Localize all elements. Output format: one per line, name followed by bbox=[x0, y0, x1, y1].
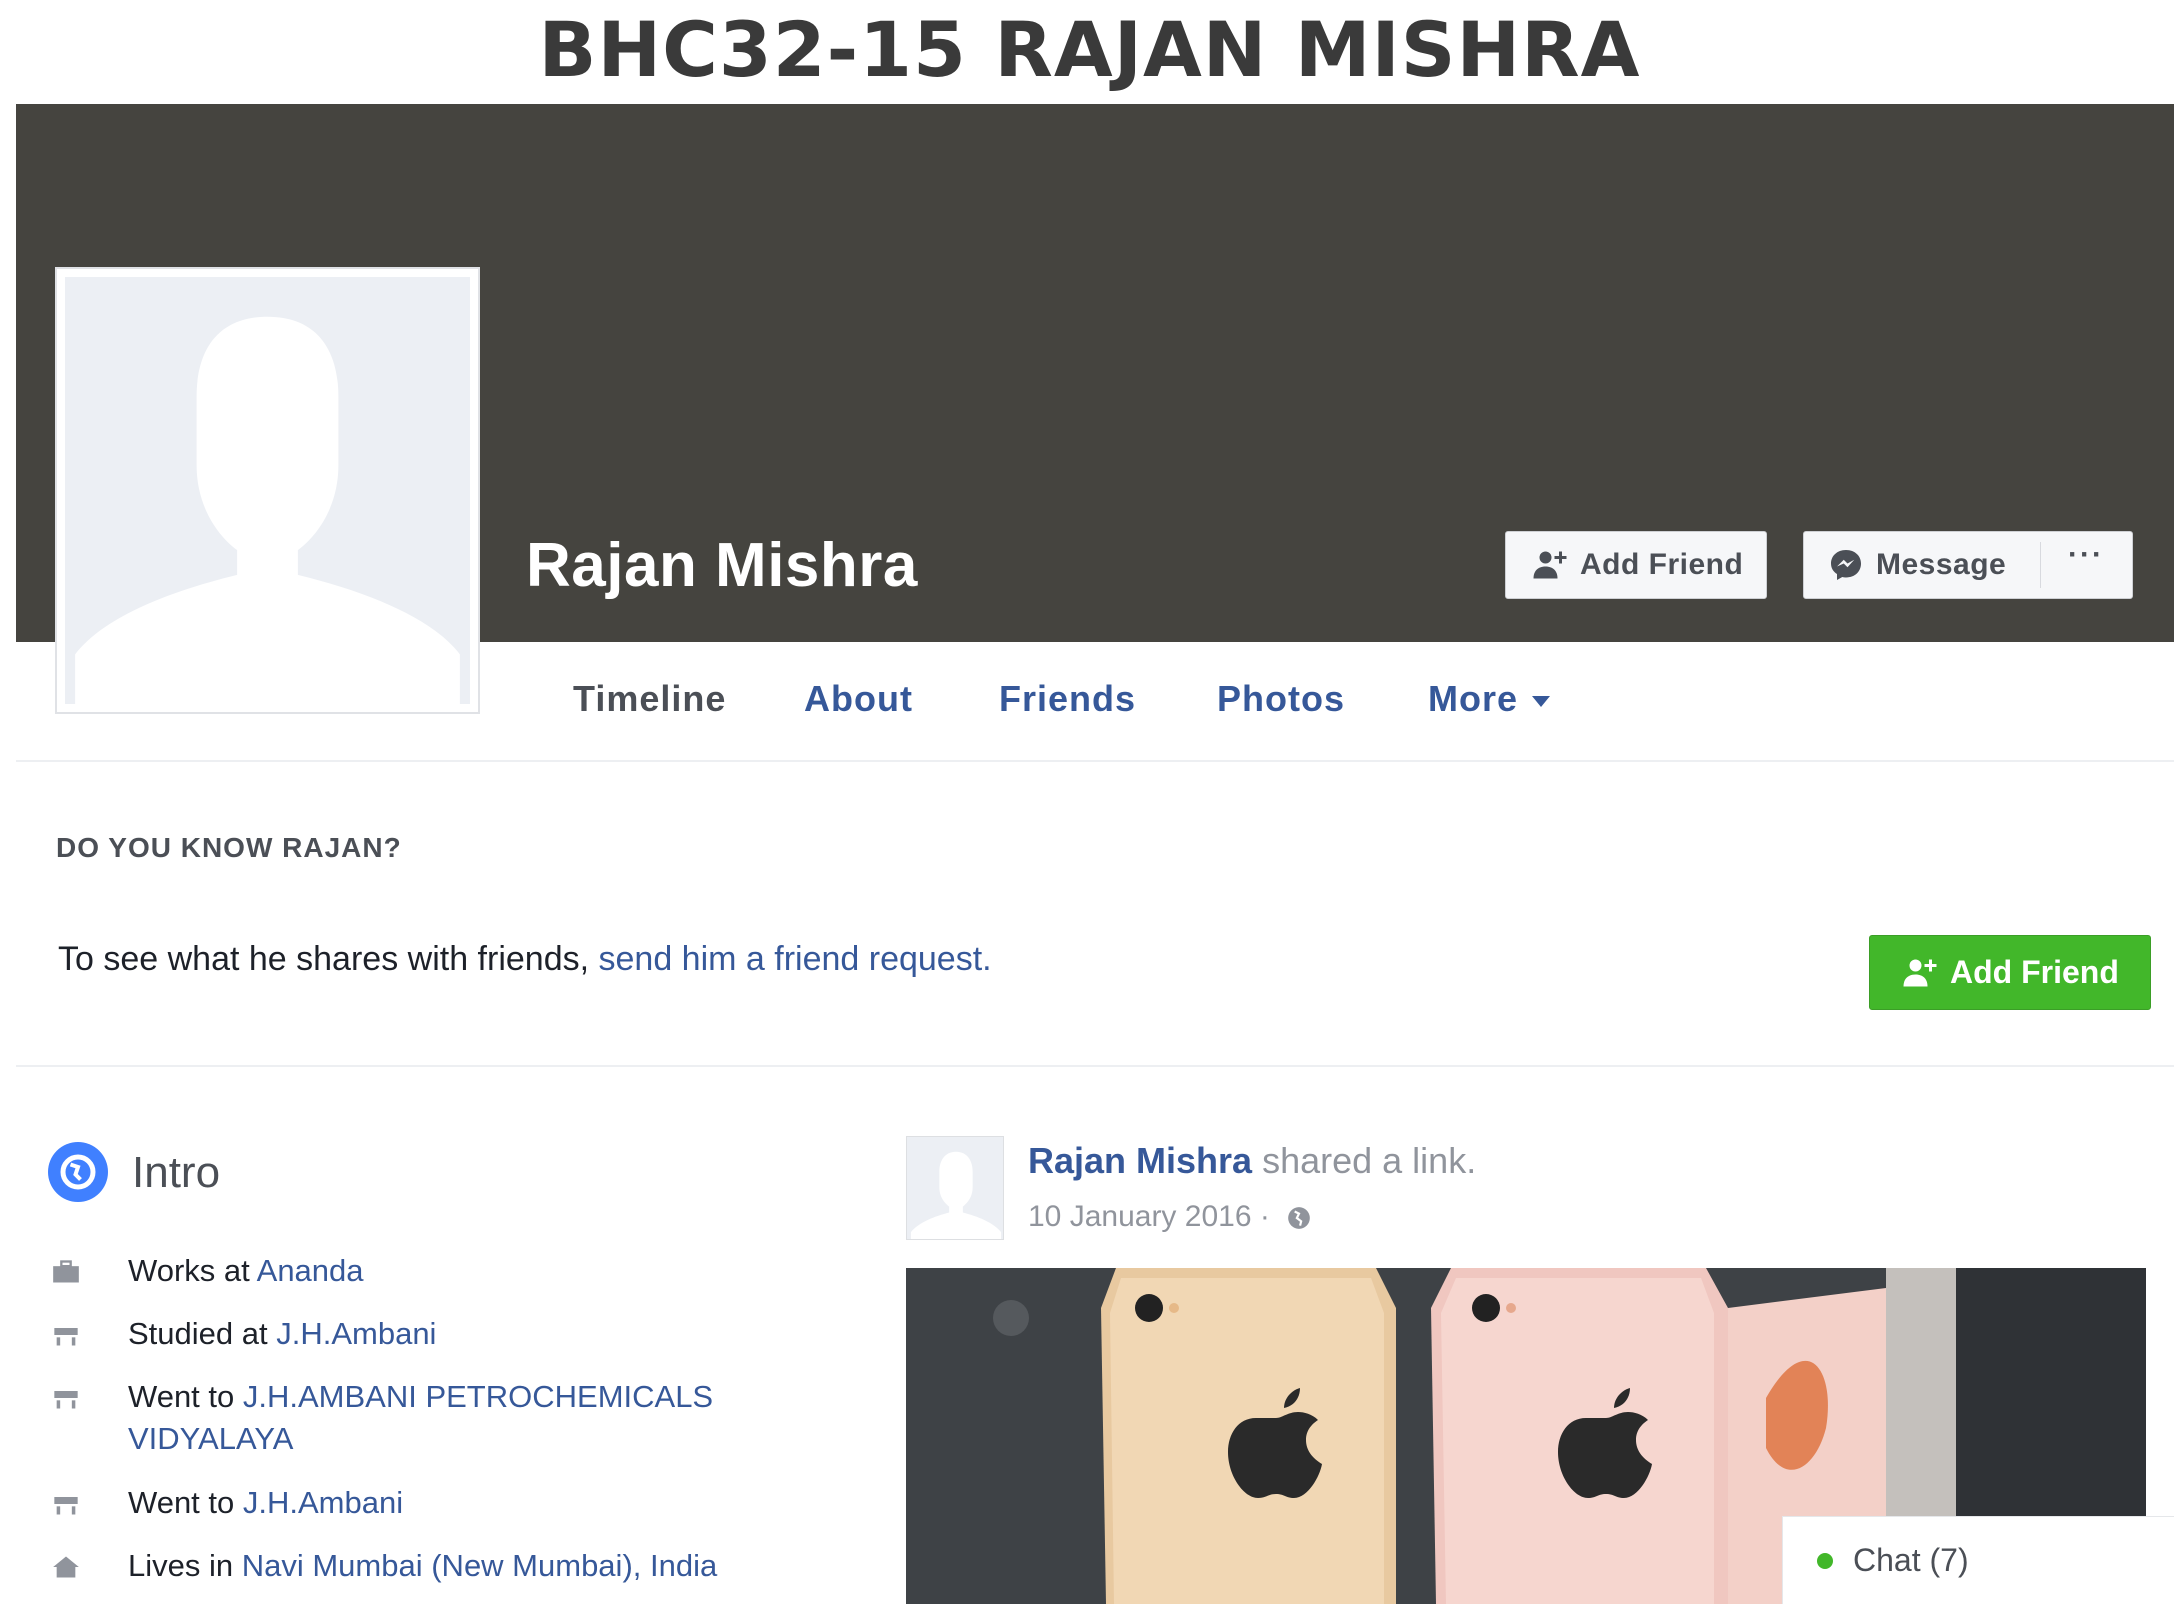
school-icon bbox=[54, 1391, 78, 1409]
button-separator bbox=[2040, 542, 2041, 588]
profile-tabs: Timeline About Friends Photos More bbox=[0, 642, 2179, 757]
friend-request-link[interactable]: send him a friend request. bbox=[599, 940, 992, 978]
know-panel: DO YOU KNOW RAJAN? To see what he shares… bbox=[16, 800, 2174, 1060]
post-author-name[interactable]: Rajan Mishra bbox=[1028, 1140, 1252, 1181]
section-divider bbox=[16, 760, 2174, 762]
briefcase-icon bbox=[53, 1260, 79, 1283]
tab-more-label: More bbox=[1428, 678, 1519, 719]
message-label: Message bbox=[1876, 548, 2007, 581]
messenger-icon bbox=[1831, 550, 1861, 580]
post-action: shared a link. bbox=[1252, 1140, 1477, 1181]
intro-panel: Intro Works at Ananda Studied at J.H.Amb… bbox=[16, 1110, 876, 1604]
intro-prefix: Works at bbox=[128, 1253, 257, 1288]
add-friend-icon bbox=[1903, 959, 1937, 986]
add-friend-green-label: Add Friend bbox=[1950, 954, 2119, 990]
public-globe-icon bbox=[1288, 1207, 1310, 1229]
tab-more[interactable]: More bbox=[1428, 678, 1551, 720]
intro-title: Intro bbox=[132, 1148, 221, 1197]
post-header: Rajan Mishra shared a link. bbox=[1028, 1140, 1476, 1182]
intro-prefix: Went to bbox=[128, 1485, 243, 1520]
know-title: DO YOU KNOW RAJAN? bbox=[56, 832, 402, 863]
document-header: BHC32-15 RAJAN MISHRA bbox=[538, 5, 1641, 94]
intro-link[interactable]: J.H.Ambani bbox=[276, 1316, 436, 1351]
post-author-avatar[interactable] bbox=[906, 1136, 1004, 1240]
home-icon bbox=[53, 1556, 79, 1578]
intro-link[interactable]: Navi Mumbai (New Mumbai), India bbox=[242, 1548, 717, 1583]
more-options-button[interactable]: ··· bbox=[2068, 538, 2104, 572]
caret-down-icon bbox=[1532, 695, 1551, 707]
message-button[interactable]: Message ··· bbox=[1803, 531, 2133, 599]
chat-label: Chat (7) bbox=[1853, 1542, 1969, 1578]
tab-friends[interactable]: Friends bbox=[999, 678, 1136, 720]
profile-name: Rajan Mishra bbox=[526, 531, 918, 600]
add-friend-button[interactable]: Add Friend bbox=[1505, 531, 1767, 599]
intro-link[interactable]: Ananda bbox=[257, 1253, 364, 1288]
know-text: To see what he shares with friends, send… bbox=[58, 940, 992, 979]
add-friend-icon bbox=[1533, 551, 1567, 579]
intro-prefix: Studied at bbox=[128, 1316, 277, 1351]
add-friend-label: Add Friend bbox=[1580, 548, 1744, 581]
globe-icon bbox=[48, 1142, 108, 1202]
post-timestamp: 10 January 2016 · bbox=[1028, 1200, 1312, 1234]
chat-bar[interactable]: Chat (7) bbox=[1782, 1516, 2174, 1604]
tab-timeline[interactable]: Timeline bbox=[573, 678, 726, 720]
section-divider bbox=[16, 1065, 2174, 1067]
school-icon bbox=[54, 1328, 78, 1346]
silhouette-icon bbox=[75, 316, 460, 704]
school-icon bbox=[54, 1497, 78, 1515]
know-description: To see what he shares with friends, bbox=[58, 940, 599, 978]
intro-prefix: Lives in bbox=[128, 1548, 242, 1583]
online-status-icon bbox=[1817, 1552, 1833, 1569]
silhouette-icon bbox=[910, 1151, 1002, 1239]
tab-photos[interactable]: Photos bbox=[1217, 678, 1345, 720]
intro-link[interactable]: J.H.Ambani bbox=[243, 1485, 403, 1520]
post-date[interactable]: 10 January 2016 · bbox=[1028, 1200, 1270, 1233]
tab-about[interactable]: About bbox=[804, 678, 913, 720]
intro-prefix: Went to bbox=[128, 1379, 243, 1414]
add-friend-green-button[interactable]: Add Friend bbox=[1869, 935, 2151, 1010]
